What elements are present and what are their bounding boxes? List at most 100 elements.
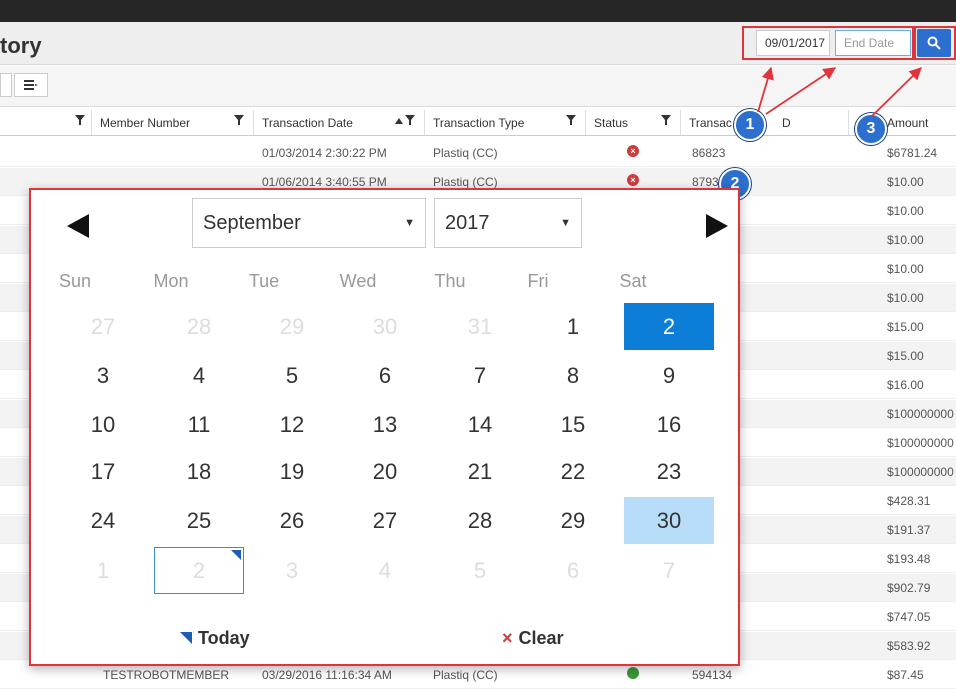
column-separator [585, 110, 586, 135]
table-cell-amount: $10.00 [887, 291, 924, 305]
calendar-day[interactable]: 21 [435, 448, 525, 495]
calendar-day[interactable]: 5 [247, 352, 337, 399]
calendar-day-label: 9 [662, 363, 676, 388]
table-cell-amount: $10.00 [887, 175, 924, 189]
calendar-day[interactable]: 29 [247, 303, 337, 350]
clear-button[interactable]: × Clear [502, 628, 564, 649]
annotation-marker-1: 1 [734, 109, 766, 141]
calendar-day[interactable]: 20 [340, 448, 430, 495]
calendar-day[interactable]: 4 [154, 352, 244, 399]
column-header-transaction-id[interactable]: Transac [689, 116, 732, 130]
annotation-marker-3: 3 [855, 113, 887, 145]
calendar-day[interactable]: 12 [247, 401, 337, 448]
calendar-day[interactable]: 6 [528, 547, 618, 594]
calendar-day[interactable]: 25 [154, 497, 244, 544]
calendar-day[interactable]: 29 [528, 497, 618, 544]
table-cell-date: 01/03/2014 2:30:22 PM [262, 146, 387, 160]
filter-icon[interactable] [661, 115, 671, 125]
calendar-day[interactable]: 26 [247, 497, 337, 544]
calendar-day-label: 10 [90, 412, 116, 437]
calendar-day[interactable]: 5 [435, 547, 525, 594]
calendar-day[interactable]: 13 [340, 401, 430, 448]
column-chooser-button[interactable] [14, 73, 48, 97]
calendar-day-label: 7 [662, 558, 676, 583]
calendar-day[interactable]: 8 [528, 352, 618, 399]
table-cell-amount: $10.00 [887, 262, 924, 276]
column-header-member-number[interactable]: Member Number [100, 116, 190, 130]
calendar-day[interactable]: 31 [435, 303, 525, 350]
calendar-day[interactable]: 30 [624, 497, 714, 544]
column-separator [91, 110, 92, 135]
filter-icon[interactable] [405, 115, 415, 125]
status-error-icon: × [627, 174, 639, 186]
calendar-day[interactable]: 11 [154, 401, 244, 448]
column-separator [848, 110, 849, 135]
calendar-day[interactable]: 19 [247, 448, 337, 495]
filter-icon[interactable] [566, 115, 576, 125]
calendar-day[interactable]: 18 [154, 448, 244, 495]
calendar-day[interactable]: 7 [624, 547, 714, 594]
calendar-day[interactable]: 2 [624, 303, 714, 350]
calendar-day[interactable]: 4 [340, 547, 430, 594]
weekday-label: Sat [619, 271, 647, 291]
calendar-day[interactable]: 2 [154, 547, 244, 594]
table-cell-amount: $87.45 [887, 668, 924, 682]
year-select[interactable]: 2017 ▼ [434, 198, 582, 248]
today-icon [180, 632, 192, 644]
calendar-day[interactable]: 23 [624, 448, 714, 495]
calendar-day[interactable]: 15 [528, 401, 618, 448]
calendar-day-label: 28 [467, 508, 493, 533]
calendar-day[interactable]: 22 [528, 448, 618, 495]
calendar-day[interactable]: 27 [58, 303, 148, 350]
search-icon [927, 36, 941, 50]
column-header-amount[interactable]: Amount [887, 116, 928, 130]
calendar-day-label: 1 [566, 314, 580, 339]
calendar-day[interactable]: 10 [58, 401, 148, 448]
column-header-transaction-type[interactable]: Transaction Type [433, 116, 524, 130]
toolbar-button[interactable] [0, 73, 12, 97]
calendar-day-label: 5 [285, 363, 299, 388]
column-separator [424, 110, 425, 135]
today-label: Today [198, 628, 250, 648]
table-row[interactable]: 01/03/2014 2:30:22 PM Plastiq (CC) 86823 $6… [0, 139, 956, 167]
calendar-day[interactable]: 1 [58, 547, 148, 594]
search-button[interactable] [917, 29, 951, 57]
table-cell-type: Plastiq (CC) [433, 668, 498, 682]
today-button[interactable]: Today [180, 628, 250, 649]
calendar-day[interactable]: 14 [435, 401, 525, 448]
today-marker-icon [231, 550, 241, 560]
calendar-day[interactable]: 27 [340, 497, 430, 544]
end-date-input[interactable] [835, 30, 911, 56]
month-select[interactable]: September ▼ [192, 198, 426, 248]
table-cell-type: Plastiq (CC) [433, 146, 498, 160]
calendar-day[interactable]: 28 [435, 497, 525, 544]
filter-icon[interactable] [75, 115, 85, 125]
table-cell-amount: $583.92 [887, 639, 931, 653]
calendar-day-label: 2 [662, 314, 676, 339]
calendar-day-label: 4 [192, 363, 206, 388]
calendar-day[interactable]: 24 [58, 497, 148, 544]
calendar-day[interactable]: 6 [340, 352, 430, 399]
start-date-input[interactable]: 09/01/2017 [756, 30, 830, 56]
calendar-day[interactable]: 3 [247, 547, 337, 594]
calendar-day[interactable]: 17 [58, 448, 148, 495]
calendar-day[interactable]: 30 [340, 303, 430, 350]
calendar-day[interactable]: 3 [58, 352, 148, 399]
calendar-day-label: 29 [279, 314, 305, 339]
calendar-day[interactable]: 9 [624, 352, 714, 399]
table-cell-date: 03/29/2016 11:16:34 AM [262, 668, 392, 682]
column-header-transaction-date[interactable]: Transaction Date [262, 116, 353, 130]
prev-arrow-icon[interactable] [67, 214, 89, 238]
filter-icon[interactable] [234, 115, 244, 125]
column-header-status[interactable]: Status [594, 116, 628, 130]
table-cell-amount: $10.00 [887, 233, 924, 247]
year-select-value: 2017 [445, 212, 490, 234]
calendar-day[interactable]: 1 [528, 303, 618, 350]
calendar-day[interactable]: 16 [624, 401, 714, 448]
sort-asc-icon [395, 118, 403, 124]
calendar-day-label: 11 [187, 412, 211, 437]
next-arrow-icon[interactable] [706, 214, 728, 238]
calendar-day[interactable]: 7 [435, 352, 525, 399]
calendar-day[interactable]: 28 [154, 303, 244, 350]
calendar-day-label: 27 [372, 508, 398, 533]
